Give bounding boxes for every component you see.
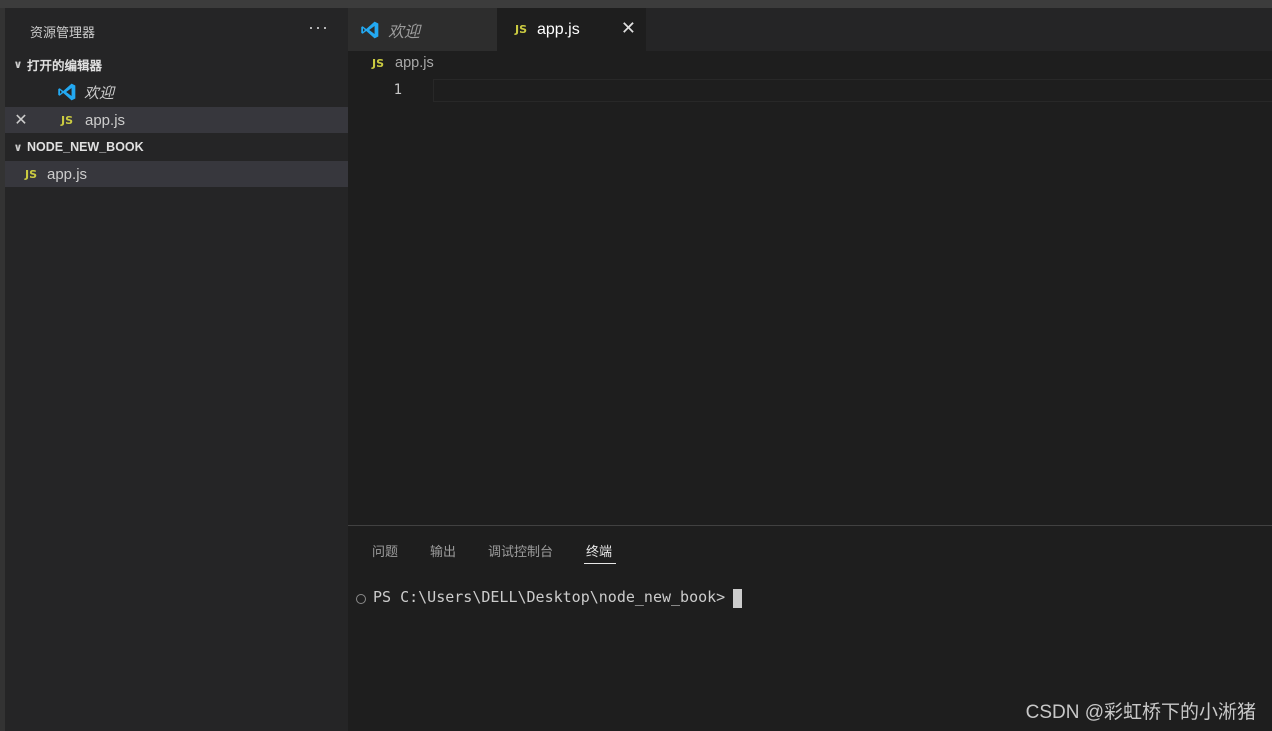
tab-label: app.js	[537, 20, 580, 38]
vscode-icon	[58, 83, 76, 101]
js-file-icon: JS	[372, 56, 385, 70]
vscode-icon	[361, 21, 379, 38]
breadcrumb[interactable]: JS app.js	[372, 55, 434, 71]
js-file-icon: JS	[515, 23, 528, 36]
terminal-cursor	[733, 589, 742, 608]
activity-bar-edge	[0, 8, 5, 731]
title-bar	[0, 0, 1272, 8]
panel-tab-problems[interactable]: 问题	[372, 541, 398, 560]
editor-current-line[interactable]	[433, 79, 1272, 102]
panel-tab-terminal[interactable]: 终端	[586, 541, 612, 560]
tab-label: 欢迎	[388, 23, 421, 41]
open-editors-heading: 打开的编辑器	[27, 58, 103, 73]
panel-tab-debug-console[interactable]: 调试控制台	[488, 541, 553, 560]
tab-app-js[interactable]: JS app.js ✕	[497, 8, 646, 51]
editor-tab-strip: 欢迎 JS app.js ✕	[348, 8, 1272, 51]
open-editors-section[interactable]: ∨ 打开的编辑器	[5, 53, 348, 75]
tab-welcome[interactable]: 欢迎	[348, 8, 497, 51]
active-tab-underline	[584, 563, 616, 564]
file-label: app.js	[47, 165, 88, 183]
explorer-title: 资源管理器	[30, 25, 96, 40]
js-file-icon: JS	[61, 113, 74, 127]
js-file-icon: JS	[25, 167, 38, 181]
chevron-down-icon: ∨	[13, 58, 23, 71]
terminal-prompt[interactable]: PS C:\Users\DELL\Desktop\node_new_book>	[373, 588, 725, 606]
open-editor-item-app-js[interactable]: ✕ JS app.js	[5, 107, 348, 133]
open-editor-item-welcome[interactable]: 欢迎	[5, 79, 348, 105]
explorer-sidebar: 资源管理器 ··· ∨ 打开的编辑器 欢迎 ✕ JS app.js ∨ NODE…	[0, 8, 348, 731]
chevron-down-icon: ∨	[13, 141, 23, 154]
file-item-app-js[interactable]: JS app.js	[5, 161, 348, 187]
command-status-icon	[356, 594, 366, 604]
close-tab-icon[interactable]: ✕	[621, 18, 636, 39]
more-actions-icon[interactable]: ···	[308, 17, 329, 38]
line-number: 1	[393, 82, 402, 98]
open-editor-label: app.js	[85, 111, 126, 129]
folder-section[interactable]: ∨ NODE_NEW_BOOK	[5, 136, 348, 158]
breadcrumb-file: app.js	[395, 55, 434, 71]
panel-tab-output[interactable]: 输出	[430, 541, 456, 560]
watermark: CSDN @彩虹桥下的小淅猪	[1025, 702, 1256, 723]
open-editor-label: 欢迎	[84, 84, 115, 102]
folder-heading: NODE_NEW_BOOK	[27, 140, 144, 154]
close-icon[interactable]: ✕	[5, 110, 37, 130]
